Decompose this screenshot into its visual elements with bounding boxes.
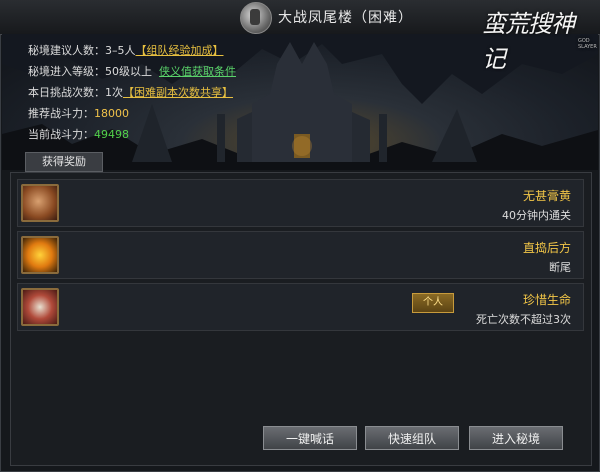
favor-condition-link[interactable]: 侠义值获取条件 — [159, 65, 236, 78]
daily-challenges-label: 本日挑战次数： — [28, 86, 105, 99]
recommended-power-label: 推荐战斗力： — [28, 107, 94, 120]
reward-name: 无甚膏黄 — [522, 189, 571, 203]
personal-tag: 个人 — [412, 293, 454, 313]
entry-level-value: 50级以上 — [105, 65, 152, 78]
entry-level-label: 秘境进入等级： — [28, 65, 105, 78]
recommended-power-row: 推荐战斗力：18000 — [28, 103, 236, 124]
tab-rewards[interactable]: 获得奖励 — [25, 152, 103, 172]
recommended-players-label: 秘境建议人数： — [28, 44, 105, 57]
dialog-title: 大战凤尾楼（困难） — [278, 10, 413, 26]
entry-level-row: 秘境进入等级：50级以上 侠义值获取条件 — [28, 61, 236, 82]
daily-challenges-row: 本日挑战次数：1次【困难副本次数共享】 — [28, 82, 236, 103]
reward-condition: 断尾 — [549, 261, 571, 274]
rewards-list: 无甚膏黄 40分钟内通关 直捣后方 断尾 个人 珍惜生命 死亡次数不超过3次 — [10, 172, 592, 466]
current-power-label: 当前战斗力： — [28, 128, 94, 141]
shared-count-link[interactable]: 【困难副本次数共享】 — [123, 86, 233, 99]
daily-challenges-value: 1次 — [105, 86, 123, 99]
bun-icon — [21, 184, 59, 222]
current-power-value: 49498 — [94, 128, 129, 141]
game-logo-subtext: GOD SLAYER — [578, 38, 597, 50]
reward-item[interactable]: 直捣后方 断尾 — [17, 231, 584, 279]
team-bonus-link[interactable]: 【组队经验加成】 — [136, 44, 224, 57]
shout-button[interactable]: 一键喊话 — [263, 426, 357, 450]
recommended-players-value: 3–5人 — [105, 44, 136, 57]
enter-dungeon-button[interactable]: 进入秘境 — [469, 426, 563, 450]
feather-icon — [21, 236, 59, 274]
chest-icon — [21, 288, 59, 326]
reward-name: 珍惜生命 — [522, 293, 571, 307]
current-power-row: 当前战斗力：49498 — [28, 124, 236, 145]
reward-item[interactable]: 无甚膏黄 40分钟内通关 — [17, 179, 584, 227]
quick-team-button[interactable]: 快速组队 — [365, 426, 459, 450]
recommended-power-value: 18000 — [94, 107, 129, 120]
dungeon-info: 秘境建议人数：3–5人【组队经验加成】 秘境进入等级：50级以上 侠义值获取条件… — [28, 40, 236, 145]
game-logo: 蛮荒搜神记 GOD SLAYER — [482, 4, 597, 73]
reward-item[interactable]: 个人 珍惜生命 死亡次数不超过3次 — [17, 283, 584, 331]
reward-name: 直捣后方 — [522, 241, 571, 255]
recommended-players-row: 秘境建议人数：3–5人【组队经验加成】 — [28, 40, 236, 61]
reward-condition: 死亡次数不超过3次 — [476, 313, 571, 326]
dungeon-emblem-icon — [240, 2, 272, 34]
reward-condition: 40分钟内通关 — [502, 209, 571, 222]
